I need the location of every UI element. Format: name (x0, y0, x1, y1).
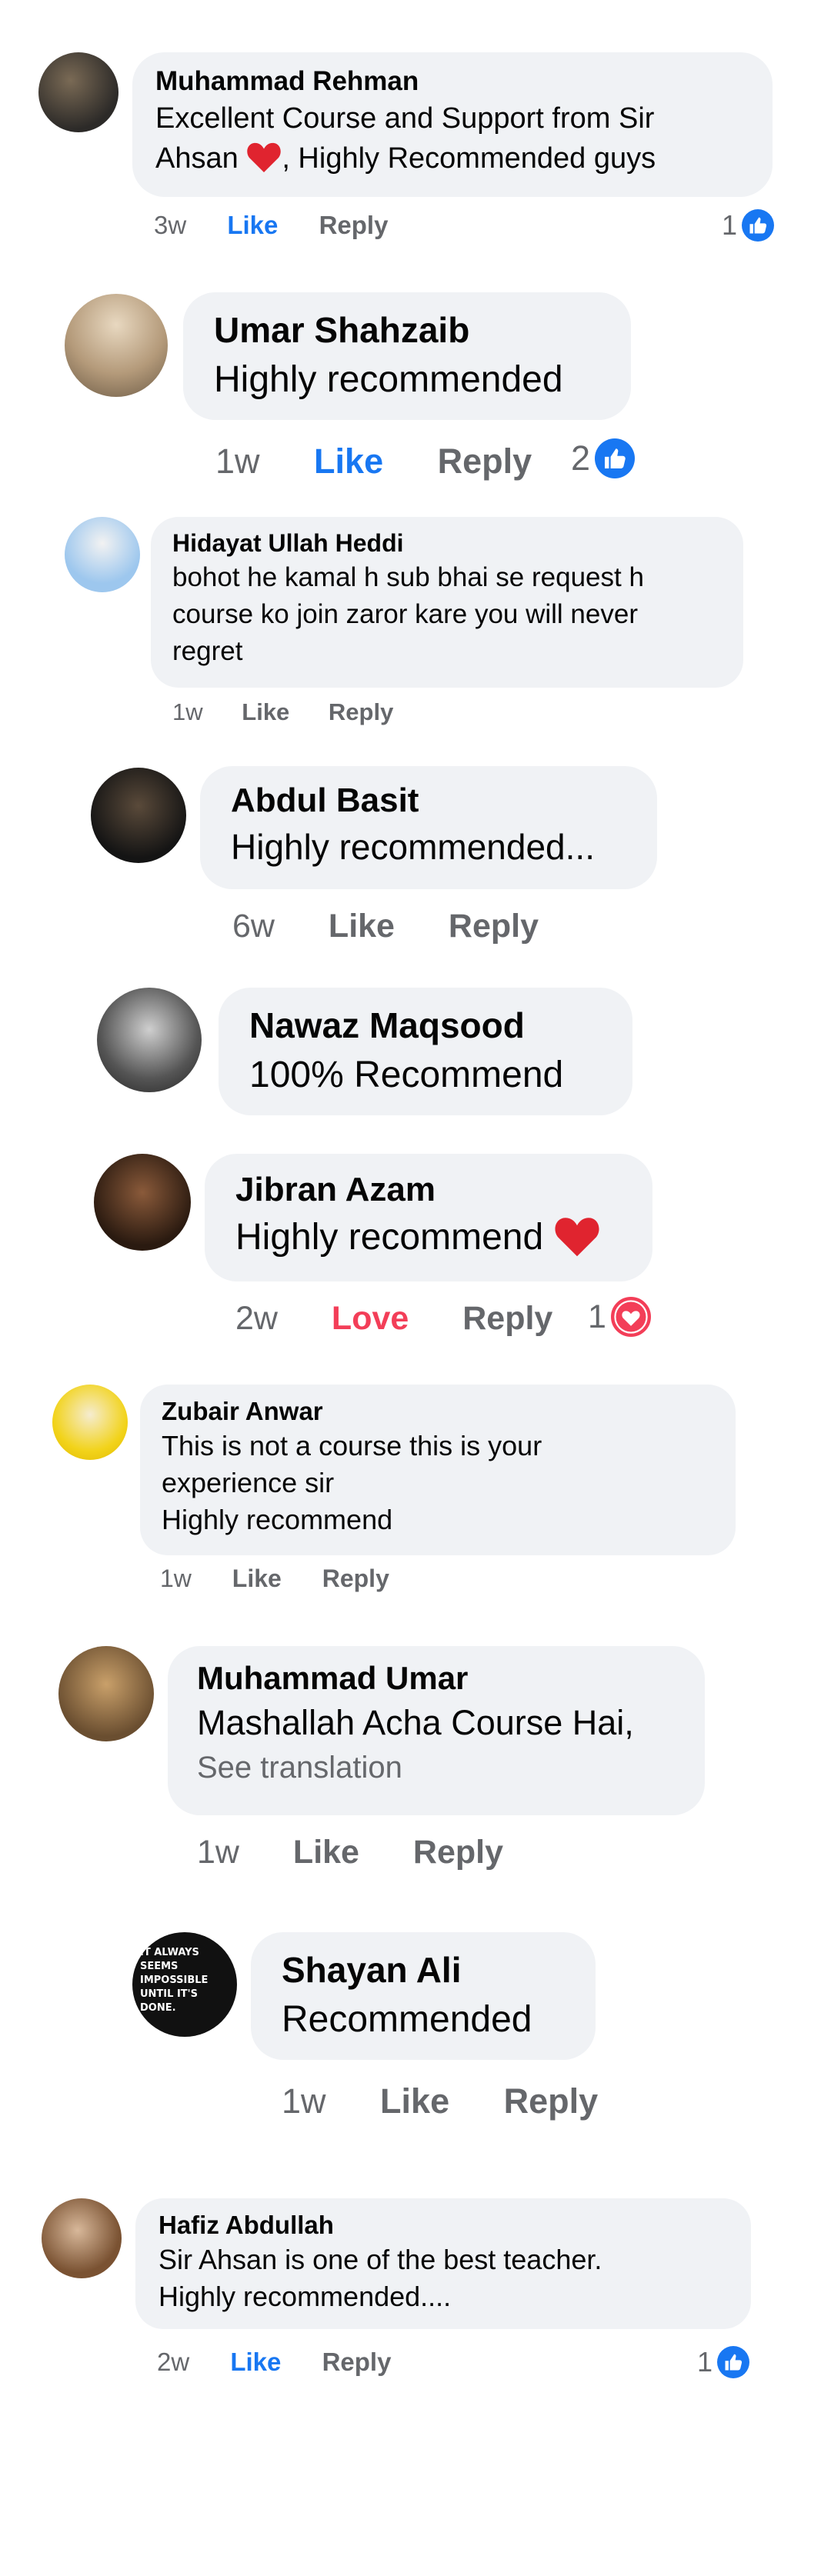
heart-emoji (554, 1218, 599, 1257)
comment-text: Recommended (282, 1999, 532, 2040)
like-button[interactable]: Like (230, 2348, 281, 2376)
comment-text: Highly recommended (214, 359, 563, 400)
like-button[interactable]: Like (232, 1565, 282, 1592)
reply-button[interactable]: Reply (504, 2081, 599, 2121)
comment-bubble: Muhammad Umar Mashallah Acha Course Hai,… (168, 1646, 705, 1815)
like-button[interactable]: Like (314, 442, 383, 481)
timestamp: 2w (235, 1300, 278, 1337)
comment-bubble: Hafiz Abdullah Sir Ahsan is one of the b… (135, 2198, 751, 2329)
commenter-name[interactable]: Abdul Basit (231, 781, 626, 820)
comment-actions: 3w Like Reply (154, 211, 388, 240)
reply-button[interactable]: Reply (319, 211, 389, 239)
timestamp: 1w (282, 2081, 326, 2121)
comment-bubble: Jibran Azam Highly recommend (205, 1154, 652, 1281)
like-icon (595, 438, 636, 478)
like-button[interactable]: Like (329, 908, 395, 945)
reaction-count: 2 (571, 438, 591, 478)
avatar[interactable] (58, 1646, 154, 1741)
commenter-name[interactable]: Hafiz Abdullah (159, 2211, 728, 2240)
comment-bubble: Nawaz Maqsood 100% Recommend (219, 988, 632, 1115)
commenter-name[interactable]: Zubair Anwar (162, 1397, 714, 1426)
like-button[interactable]: Like (227, 211, 278, 239)
timestamp: 3w (154, 211, 187, 239)
avatar[interactable] (38, 52, 118, 132)
reply-button[interactable]: Reply (438, 442, 532, 481)
comment-text: 100% Recommend (249, 1055, 564, 1095)
commenter-name[interactable]: Jibran Azam (235, 1171, 622, 1209)
comment-bubble: Umar Shahzaib Highly recommended (183, 292, 631, 420)
timestamp: 1w (215, 442, 260, 481)
comment-actions: 1w Like Reply (282, 2081, 598, 2121)
heart-emoji (247, 142, 282, 172)
timestamp: 1w (172, 698, 203, 725)
avatar[interactable]: IT ALWAYS SEEMS IMPOSSIBLE UNTIL IT'S DO… (132, 1932, 237, 2037)
reaction-count: 1 (722, 209, 738, 241)
like-icon (717, 2346, 750, 2378)
reaction-count: 1 (697, 2346, 713, 2378)
comment-bubble: Shayan Ali Recommended (251, 1932, 596, 2060)
reply-button[interactable]: Reply (322, 2348, 392, 2376)
comment-actions: 2w Like Reply (157, 2348, 391, 2377)
avatar[interactable] (65, 517, 140, 592)
reaction-summary[interactable]: 1 (697, 2346, 750, 2378)
reply-button[interactable]: Reply (449, 908, 539, 945)
like-icon (742, 209, 775, 242)
commenter-name[interactable]: Hidayat Ullah Heddi (172, 529, 722, 558)
comment-text: Sir Ahsan is one of the best teacher. Hi… (159, 2244, 602, 2312)
comment-actions: 1w Like Reply (160, 1565, 389, 1593)
comment-text: Excellent Course and Support from Sir Ah… (155, 102, 656, 175)
commenter-name[interactable]: Shayan Ali (282, 1949, 565, 1991)
comment-bubble: Zubair Anwar This is not a course this i… (140, 1385, 736, 1555)
comment-text: Highly recommended... (231, 827, 595, 867)
avatar[interactable] (91, 768, 186, 863)
avatar[interactable] (52, 1385, 128, 1460)
like-button[interactable]: Like (242, 698, 289, 725)
comment-actions: 2w Love Reply (235, 1300, 552, 1338)
like-button[interactable]: Like (293, 1834, 359, 1871)
comment-text: Highly recommend (235, 1215, 622, 1258)
commenter-name[interactable]: Muhammad Rehman (155, 66, 749, 97)
comment-actions: 1w Like Reply (172, 698, 393, 726)
love-button[interactable]: Love (332, 1300, 409, 1337)
avatar[interactable] (42, 2198, 122, 2278)
reaction-summary[interactable]: 1 (722, 209, 775, 242)
avatar[interactable] (94, 1154, 191, 1251)
comment-text: This is not a course this is your experi… (162, 1430, 542, 1535)
timestamp: 6w (232, 908, 275, 945)
avatar[interactable] (65, 294, 168, 397)
comment-text: bohot he kamal h sub bhai se request h c… (172, 562, 644, 666)
avatar-quote-text: IT ALWAYS SEEMS IMPOSSIBLE UNTIL IT'S DO… (140, 1947, 209, 2014)
reply-button[interactable]: Reply (329, 698, 393, 725)
comment-actions: 6w Like Reply (232, 908, 539, 945)
reaction-count: 1 (588, 1298, 606, 1335)
see-translation-link[interactable]: See translation (197, 1751, 676, 1785)
commenter-name[interactable]: Umar Shahzaib (214, 309, 600, 351)
reaction-summary[interactable]: 1 (588, 1297, 651, 1337)
timestamp: 1w (197, 1834, 239, 1871)
commenter-name[interactable]: Muhammad Umar (197, 1660, 676, 1697)
avatar[interactable] (97, 988, 202, 1092)
comment-bubble: Hidayat Ullah Heddi bohot he kamal h sub… (151, 517, 743, 688)
reply-button[interactable]: Reply (462, 1300, 552, 1337)
timestamp: 2w (157, 2348, 190, 2376)
love-icon (610, 1297, 651, 1337)
reaction-summary[interactable]: 2 (571, 438, 636, 478)
comment-bubble: Abdul Basit Highly recommended... (200, 766, 657, 889)
commenter-name[interactable]: Nawaz Maqsood (249, 1005, 602, 1046)
comment-text: Mashallah Acha Course Hai, (197, 1703, 634, 1742)
comment-actions: 1w Like Reply (197, 1834, 503, 1871)
comment-bubble: Muhammad Rehman Excellent Course and Sup… (132, 52, 773, 197)
reply-button[interactable]: Reply (322, 1565, 389, 1592)
like-button[interactable]: Like (380, 2081, 449, 2121)
comment-actions: 1w Like Reply (215, 442, 532, 482)
timestamp: 1w (160, 1565, 192, 1592)
reply-button[interactable]: Reply (413, 1834, 503, 1871)
